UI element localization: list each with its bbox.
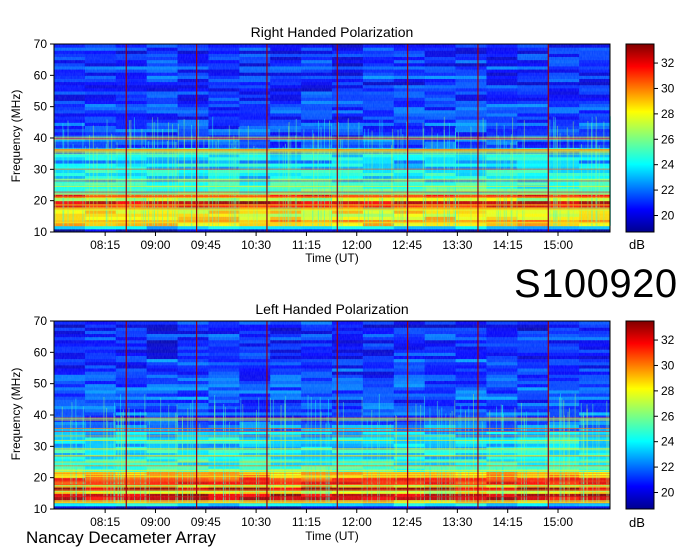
x-tick-label: 11:15 [292,238,321,252]
x-tick-label: 13:30 [442,238,472,252]
x-tick-label: 10:30 [241,515,271,529]
colorbar-tick-label: 30 [661,81,675,95]
colorbar-tick-label: 32 [661,56,675,70]
colorbar-tick-label: 26 [661,409,675,423]
chart-title: Left Handed Polarization [255,301,408,317]
x-tick-label: 11:15 [292,515,321,529]
x-tick-label: 12:45 [392,238,422,252]
y-tick-label: 70 [34,37,48,51]
colorbar-tick-label: 24 [661,158,675,172]
y-tick-label: 40 [34,131,48,145]
y-tick-label: 40 [34,408,48,422]
colorbar-gradient [625,320,655,510]
y-tick-label: 30 [34,439,48,453]
x-tick-label: 15:00 [543,238,573,252]
colorbar: 20 22 24 26 28 30 32 [625,320,675,510]
x-tick-label: 09:00 [140,238,170,252]
y-tick-label: 30 [34,162,48,176]
y-tick-label: 60 [34,345,48,359]
colorbar-unit: dB [629,515,645,530]
colorbar-gradient [625,43,655,233]
spectrogram-plot [53,320,611,510]
x-tick-label: 14:15 [493,515,523,529]
y-tick-label: 10 [34,225,48,239]
colorbar-tick-label: 20 [661,208,675,222]
x-tick-label: 08:15 [90,238,120,252]
x-tick-labels: 08:15 09:00 09:45 10:30 11:15 12:00 12:45 13:30… [90,232,573,252]
colorbar-tick-label: 22 [661,183,675,197]
x-tick-label: 12:00 [342,238,372,252]
x-tick-label: 14:15 [493,238,523,252]
colorbar-tick-label: 32 [661,333,675,347]
y-axis-label: Frequency (MHz) [9,368,23,461]
instrument-label: Nancay Decameter Array [26,528,216,547]
colorbar: 20 22 24 26 28 30 32 [625,43,675,233]
x-tick-label: 10:30 [241,238,271,252]
y-tick-label: 20 [34,471,48,485]
colorbar-tick-label: 26 [661,132,675,146]
x-tick-label: 13:30 [442,515,472,529]
spectrogram-plot [53,43,611,233]
x-axis-label: Time (UT) [305,251,359,265]
y-axis-label: Frequency (MHz) [9,90,23,183]
right-polarization-panel: Right Handed Polarization Time (UT) Freq… [9,24,675,265]
colorbar-tick-label: 28 [661,384,675,398]
colorbar-tick-label: 28 [661,107,675,121]
colorbar-tick-label: 30 [661,358,675,372]
y-tick-label: 50 [34,377,48,391]
x-tick-label: 08:15 [90,515,120,529]
x-tick-labels: 08:15 09:00 09:45 10:30 11:15 12:00 12:45 13:30… [90,509,573,529]
left-polarization-panel: Left Handed Polarization Time (UT) Frequ… [9,301,675,543]
y-tick-label: 20 [34,194,48,208]
y-tick-label: 50 [34,100,48,114]
x-axis-label: Time (UT) [305,529,359,543]
noise-texture [54,44,610,232]
chart-title: Right Handed Polarization [251,24,414,40]
observation-id: S100920 [514,262,678,306]
colorbar-tick-label: 22 [661,460,675,474]
y-tick-label: 70 [34,314,48,328]
noise-texture [54,321,610,509]
colorbar-tick-label: 24 [661,435,675,449]
y-tick-label: 10 [34,502,48,516]
x-tick-label: 15:00 [543,515,573,529]
x-tick-label: 09:45 [191,515,221,529]
x-tick-label: 12:45 [392,515,422,529]
colorbar-unit: dB [629,237,645,252]
y-tick-labels: 10 20 30 40 50 60 70 [34,37,54,239]
colorbar-tick-label: 20 [661,485,675,499]
x-tick-label: 09:00 [140,515,170,529]
y-tick-label: 60 [34,68,48,82]
y-tick-labels: 10 20 30 40 50 60 70 [34,314,54,516]
x-tick-label: 09:45 [191,238,221,252]
x-tick-label: 12:00 [342,515,372,529]
